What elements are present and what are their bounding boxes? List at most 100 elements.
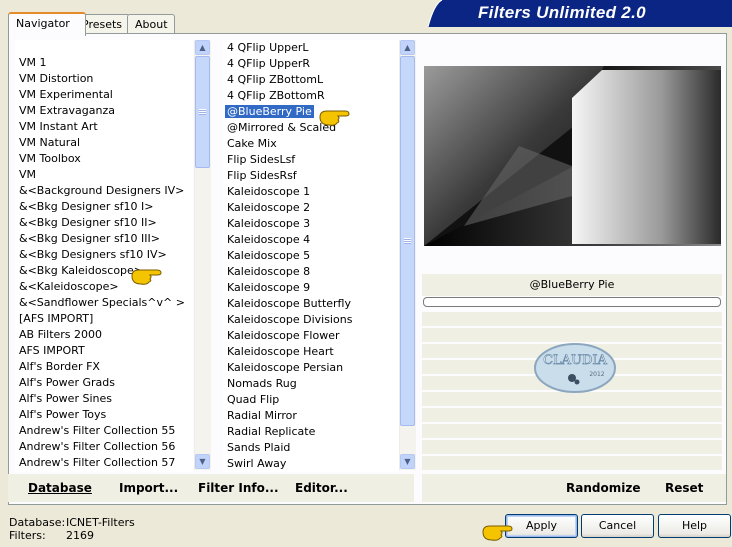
filter-scrollbar[interactable]: ▲ ▼ [399,40,416,470]
filter-item[interactable]: Nomads Rug [223,376,399,392]
scrollbar-thumb[interactable] [195,56,210,168]
category-item[interactable]: Alf's Power Toys [15,407,193,423]
help-button[interactable]: Help [658,514,731,538]
filter-item[interactable]: Radial Replicate [223,424,399,440]
category-item-label: Alf's Power Grads [19,376,115,389]
filter-item-label: 4 QFlip UpperR [227,57,311,70]
category-item[interactable]: AFS IMPORT [15,343,193,359]
category-item-label: VM Instant Art [19,120,98,133]
category-item[interactable]: &<Bkg Designers sf10 IV> [15,247,193,263]
category-item-label: VM Extravaganza [19,104,116,117]
filter-item[interactable]: Flip SidesLsf [223,152,399,168]
category-item[interactable]: VM Experimental [15,87,193,103]
filter-item[interactable]: Kaleidoscope 1 [223,184,399,200]
filter-item[interactable]: Kaleidoscope Flower [223,328,399,344]
category-item[interactable]: Alf's Power Sines [15,391,193,407]
filter-info-button[interactable]: Filter Info... [198,474,279,502]
filter-item[interactable]: 4 QFlip UpperL [223,40,399,56]
cancel-button[interactable]: Cancel [581,514,654,538]
status-filters: Filters: 2169 [9,529,94,542]
category-item[interactable]: AB Filters 2000 [15,327,193,343]
filter-item-label: Flip SidesRsf [227,169,297,182]
randomize-button[interactable]: Randomize [566,474,640,502]
scroll-up-icon[interactable]: ▲ [400,40,415,55]
category-item-label: VM [19,168,37,181]
category-item[interactable]: &<Bkg Designer sf10 II> [15,215,193,231]
tab-about[interactable]: About [127,14,175,34]
filter-item[interactable]: Kaleidoscope 8 [223,264,399,280]
scrollbar-thumb[interactable] [400,56,415,426]
category-list[interactable]: VM 1 VM Distortion VM Experimental VM Extra… [15,40,193,472]
filter-item-label: Quad Flip [227,393,280,406]
category-item[interactable]: [AFS IMPORT] [15,311,193,327]
category-item[interactable]: Alf's Border FX [15,359,193,375]
filter-item[interactable]: Kaleidoscope Butterfly [223,296,399,312]
import-button[interactable]: Import... [119,474,178,502]
filter-item-label: Kaleidoscope 3 [227,217,311,230]
filter-item-label: Sands Plaid [227,441,291,454]
filter-list[interactable]: 4 QFlip UpperL 4 QFlip UpperR 4 QFlip ZBot… [223,40,399,472]
filter-item[interactable]: Kaleidoscope 3 [223,216,399,232]
filter-item[interactable]: Kaleidoscope Heart [223,344,399,360]
editor-button[interactable]: Editor... [295,474,348,502]
filter-item[interactable]: Sands Plaid [223,440,399,456]
filter-item[interactable]: Kaleidoscope 5 [223,248,399,264]
category-scrollbar[interactable]: ▲ ▼ [194,40,211,470]
status-database: Database: ICNET-Filters [9,516,135,529]
category-item-label: &<Background Designers IV> [19,184,185,197]
reset-button[interactable]: Reset [665,474,703,502]
filter-item-label: 4 QFlip UpperL [227,41,309,54]
filter-item[interactable]: Swirl Away [223,456,399,472]
filter-item[interactable]: Kaleidoscope 9 [223,280,399,296]
category-item[interactable]: &<Bkg Kaleidoscope> [15,263,193,279]
category-item[interactable]: Andrew's Filter Collection 56 [15,439,193,455]
category-item[interactable]: &<Background Designers IV> [15,183,193,199]
filter-item[interactable]: 4 QFlip ZBottomR [223,88,399,104]
category-item[interactable]: VM [15,167,193,183]
filter-item[interactable]: Kaleidoscope 4 [223,232,399,248]
watermark-year: 2012 [589,371,604,378]
category-item-label: Andrew's Filter Collection 55 [19,424,176,437]
category-item[interactable]: &<Bkg Designer sf10 I> [15,199,193,215]
category-item[interactable]: Andrew's Filter Collection 55 [15,423,193,439]
category-item[interactable]: VM Instant Art [15,119,193,135]
filter-item[interactable]: Quad Flip [223,392,399,408]
category-item[interactable]: &<Sandflower Specials^v^ > [15,295,193,311]
category-item[interactable]: VM Distortion [15,71,193,87]
tab-navigator[interactable]: Navigator [8,12,86,36]
filter-item-label: Kaleidoscope Butterfly [227,297,351,310]
filter-item[interactable]: Kaleidoscope Divisions [223,312,399,328]
category-item[interactable]: &<Bkg Designer sf10 III> [15,231,193,247]
database-button[interactable]: Database [28,474,92,502]
filter-item[interactable]: 4 QFlip UpperR [223,56,399,72]
filter-item-label: Kaleidoscope 4 [227,233,311,246]
category-item[interactable]: VM Natural [15,135,193,151]
scroll-down-icon[interactable]: ▼ [195,454,210,469]
category-item[interactable]: Alf's Power Grads [15,375,193,391]
filter-item[interactable]: Kaleidoscope 2 [223,200,399,216]
watermark-logo: CLAUDIA 2012 [534,343,616,393]
filter-item-label: Kaleidoscope 8 [227,265,311,278]
watermark-text: CLAUDIA [543,353,607,368]
category-item[interactable]: &<Kaleidoscope> [15,279,193,295]
filter-item-label: Swirl Away [227,457,287,470]
status-filters-value: 2169 [66,529,94,542]
category-item[interactable]: VM Toolbox [15,151,193,167]
category-item[interactable]: VM Extravaganza [15,103,193,119]
preview-image [424,66,721,246]
category-item[interactable]: Andrew's Filter Collection 57 [15,455,193,471]
scroll-down-icon[interactable]: ▼ [400,454,415,469]
filter-item[interactable]: @BlueBerry Pie [223,104,399,120]
filter-item[interactable]: @Mirrored & Scaled [223,120,399,136]
filter-item[interactable]: Flip SidesRsf [223,168,399,184]
status-filters-label: Filters: [9,529,46,542]
filter-item-label: @BlueBerry Pie [225,105,314,118]
filter-item[interactable]: Cake Mix [223,136,399,152]
filter-item[interactable]: 4 QFlip ZBottomL [223,72,399,88]
scroll-up-icon[interactable]: ▲ [195,40,210,55]
category-item-label: &<Bkg Kaleidoscope> [19,264,144,277]
category-item[interactable]: VM 1 [15,55,193,71]
apply-button[interactable]: Apply [505,514,578,538]
filter-item[interactable]: Kaleidoscope Persian [223,360,399,376]
filter-item[interactable]: Radial Mirror [223,408,399,424]
